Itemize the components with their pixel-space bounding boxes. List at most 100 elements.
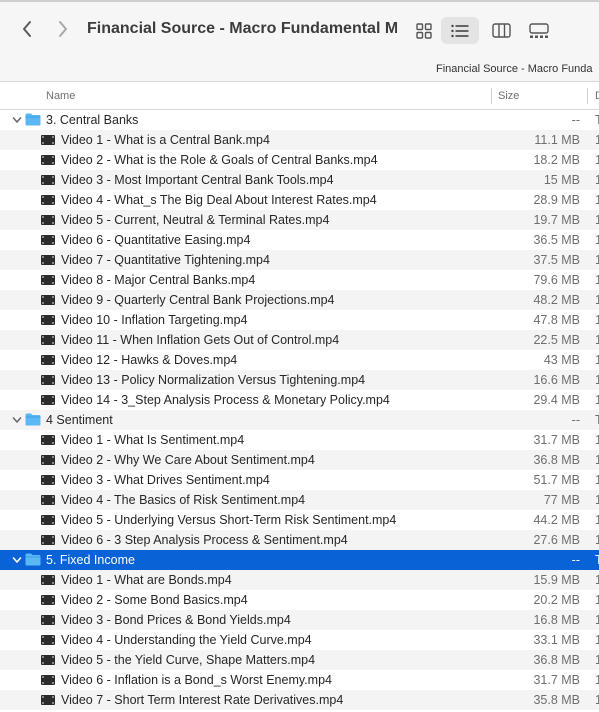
file-row[interactable]: Video 11 - When Inflation Gets Out of Co… xyxy=(0,330,599,350)
file-kind: 1 xyxy=(595,353,599,367)
file-kind: T xyxy=(595,553,599,567)
column-view-button[interactable] xyxy=(489,17,513,44)
file-row[interactable]: Video 14 - 3_Step Analysis Process & Mon… xyxy=(0,390,599,410)
video-file-icon xyxy=(41,355,55,365)
file-row[interactable]: Video 7 - Short Term Interest Rate Deriv… xyxy=(0,690,599,710)
file-row[interactable]: Video 6 - 3 Step Analysis Process & Sent… xyxy=(0,530,599,550)
folder-name: 5. Fixed Income xyxy=(46,553,135,567)
file-kind: 1 xyxy=(595,433,599,447)
file-kind: 1 xyxy=(595,273,599,287)
file-row[interactable]: Video 6 - Quantitative Easing.mp4 36.5 MB… xyxy=(0,230,599,250)
file-size: 15.9 MB xyxy=(533,573,580,587)
file-row[interactable]: Video 12 - Hawks & Doves.mp4 43 MB 1 xyxy=(0,350,599,370)
file-size: 36.8 MB xyxy=(533,453,580,467)
file-name: Video 3 - Most Important Central Bank To… xyxy=(61,173,334,187)
file-list: 3. Central Banks -- T Video 1 - What is a C… xyxy=(0,110,599,710)
size-column-header[interactable]: Size xyxy=(498,90,519,102)
file-row[interactable]: Video 4 - The Basics of Risk Sentiment.m… xyxy=(0,490,599,510)
file-kind: 1 xyxy=(595,393,599,407)
file-size: 27.6 MB xyxy=(533,533,580,547)
file-row[interactable]: Video 10 - Inflation Targeting.mp4 47.8 M… xyxy=(0,310,599,330)
file-kind: 1 xyxy=(595,573,599,587)
chevron-down-icon[interactable] xyxy=(12,415,22,425)
video-file-icon xyxy=(41,335,55,345)
file-row[interactable]: Video 4 - Understanding the Yield Curve.… xyxy=(0,630,599,650)
file-kind: 1 xyxy=(595,673,599,687)
file-name: Video 4 - What_s The Big Deal About Inte… xyxy=(61,193,377,207)
chevron-right-icon xyxy=(59,21,67,37)
file-row[interactable]: Video 5 - Current, Neutral & Terminal Ra… xyxy=(0,210,599,230)
file-row[interactable]: Video 9 - Quarterly Central Bank Project… xyxy=(0,290,599,310)
file-row[interactable]: Video 7 - Quantitative Tightening.mp4 37.… xyxy=(0,250,599,270)
video-file-icon xyxy=(41,295,55,305)
icon-view-button[interactable] xyxy=(412,17,436,44)
list-view-button[interactable] xyxy=(441,17,479,44)
file-kind: 1 xyxy=(595,153,599,167)
file-size: 16.8 MB xyxy=(533,613,580,627)
file-row[interactable]: Video 2 - Some Bond Basics.mp4 20.2 MB 1 xyxy=(0,590,599,610)
file-size: 31.7 MB xyxy=(533,433,580,447)
chevron-down-icon[interactable] xyxy=(12,115,22,125)
video-file-icon xyxy=(41,275,55,285)
file-row[interactable]: Video 5 - the Yield Curve, Shape Matters… xyxy=(0,650,599,670)
video-file-icon xyxy=(41,435,55,445)
column-divider[interactable] xyxy=(491,88,492,104)
file-row[interactable]: Video 5 - Underlying Versus Short-Term R… xyxy=(0,510,599,530)
window-title: Financial Source - Macro Fundamental M..… xyxy=(87,20,397,37)
file-row[interactable]: Video 13 - Policy Normalization Versus T… xyxy=(0,370,599,390)
file-size: 36.5 MB xyxy=(533,233,580,247)
video-file-icon xyxy=(41,615,55,625)
file-name: Video 11 - When Inflation Gets Out of Co… xyxy=(61,333,340,347)
file-size: 48.2 MB xyxy=(533,293,580,307)
file-name: Video 6 - 3 Step Analysis Process & Sent… xyxy=(61,533,348,547)
file-kind: 1 xyxy=(595,293,599,307)
gallery-view-button[interactable] xyxy=(527,17,551,44)
file-size: 20.2 MB xyxy=(533,593,580,607)
file-row[interactable]: Video 3 - Most Important Central Bank To… xyxy=(0,170,599,190)
file-name: Video 1 - What Is Sentiment.mp4 xyxy=(61,433,245,447)
file-size: 22.5 MB xyxy=(533,333,580,347)
file-row[interactable]: Video 8 - Major Central Banks.mp4 79.6 MB… xyxy=(0,270,599,290)
name-column-header[interactable]: Name xyxy=(46,90,75,102)
list-view-icon xyxy=(451,24,469,37)
video-file-icon xyxy=(41,515,55,525)
video-file-icon xyxy=(41,655,55,665)
file-row[interactable]: Video 2 - What is the Role & Goals of Ce… xyxy=(0,150,599,170)
file-kind: 1 xyxy=(595,193,599,207)
column-divider[interactable] xyxy=(587,88,588,104)
video-file-icon xyxy=(41,215,55,225)
file-size: 18.2 MB xyxy=(533,153,580,167)
file-name: Video 3 - Bond Prices & Bond Yields.mp4 xyxy=(61,613,291,627)
forward-button[interactable] xyxy=(52,16,74,42)
file-row[interactable]: Video 4 - What_s The Big Deal About Inte… xyxy=(0,190,599,210)
file-kind: T xyxy=(595,113,599,127)
file-row[interactable]: Video 1 - What Is Sentiment.mp4 31.7 MB 1 xyxy=(0,430,599,450)
chevron-down-icon[interactable] xyxy=(12,555,22,565)
kind-column-header[interactable]: D xyxy=(595,90,599,102)
back-button[interactable] xyxy=(16,16,38,42)
video-file-icon xyxy=(41,535,55,545)
file-name: Video 7 - Short Term Interest Rate Deriv… xyxy=(61,693,344,707)
path-bar: Financial Source - Macro Funda xyxy=(0,58,599,82)
folder-row[interactable]: 5. Fixed Income -- T xyxy=(0,550,599,570)
folder-row[interactable]: 3. Central Banks -- T xyxy=(0,110,599,130)
file-size: 51.7 MB xyxy=(533,473,580,487)
file-row[interactable]: Video 1 - What are Bonds.mp4 15.9 MB 1 xyxy=(0,570,599,590)
file-row[interactable]: Video 2 - Why We Care About Sentiment.mp… xyxy=(0,450,599,470)
file-size: 29.4 MB xyxy=(533,393,580,407)
file-name: Video 2 - What is the Role & Goals of Ce… xyxy=(61,153,378,167)
file-row[interactable]: Video 1 - What is a Central Bank.mp4 11.1… xyxy=(0,130,599,150)
file-size: -- xyxy=(571,113,580,127)
file-row[interactable]: Video 6 - Inflation is a Bond_s Worst En… xyxy=(0,670,599,690)
path-bar-text[interactable]: Financial Source - Macro Funda xyxy=(436,63,593,75)
folder-icon xyxy=(25,413,41,426)
file-kind: 1 xyxy=(595,493,599,507)
file-row[interactable]: Video 3 - What Drives Sentiment.mp4 51.7 … xyxy=(0,470,599,490)
file-kind: 1 xyxy=(595,333,599,347)
file-name: Video 13 - Policy Normalization Versus T… xyxy=(61,373,366,387)
file-size: 44.2 MB xyxy=(533,513,580,527)
folder-row[interactable]: 4 Sentiment -- T xyxy=(0,410,599,430)
video-file-icon xyxy=(41,595,55,605)
file-name: Video 5 - Underlying Versus Short-Term R… xyxy=(61,513,397,527)
file-row[interactable]: Video 3 - Bond Prices & Bond Yields.mp4 1… xyxy=(0,610,599,630)
